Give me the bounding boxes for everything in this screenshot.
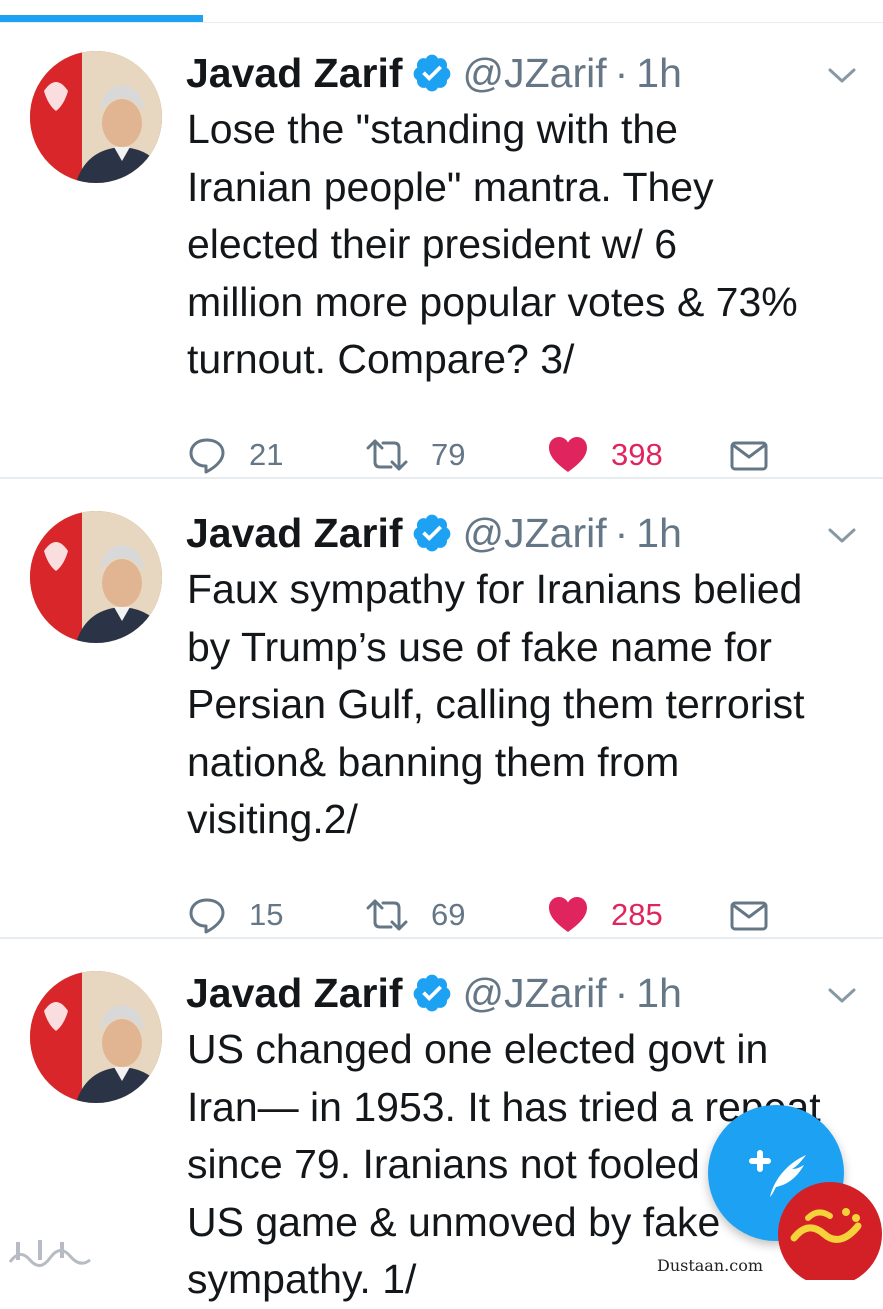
dustaan-logo-watermark	[768, 1178, 883, 1286]
news-site-watermark	[6, 1236, 94, 1272]
tweet-header: Javad Zarif @JZarif · 1h	[186, 967, 682, 1019]
tweet-timestamp[interactable]: 1h	[636, 50, 682, 97]
reply-button[interactable]: 15	[187, 891, 283, 939]
verified-badge-icon	[411, 52, 453, 94]
verified-badge-icon	[411, 512, 453, 554]
reply-bubble-icon	[187, 435, 227, 475]
avatar[interactable]	[30, 511, 162, 643]
meta-separator: ·	[614, 49, 629, 96]
like-count: 285	[611, 897, 663, 932]
watermark-url: Dustaan.com	[650, 1254, 770, 1278]
tweet-text-line: Iranian people" mantra. They	[187, 163, 714, 210]
envelope-icon	[729, 435, 769, 475]
tweet-actions: 15 69 285	[187, 891, 787, 939]
author-handle[interactable]: @JZarif	[463, 970, 607, 1017]
tweet-divider	[0, 477, 883, 479]
tweet-timestamp[interactable]: 1h	[636, 510, 682, 557]
author-name[interactable]: Javad Zarif	[186, 510, 403, 557]
envelope-icon	[729, 895, 769, 935]
tweet-text-line: visiting.2/	[187, 796, 358, 842]
author-name[interactable]: Javad Zarif	[186, 50, 403, 97]
tweet-header: Javad Zarif @JZarif · 1h	[186, 47, 682, 99]
heart-icon	[547, 895, 589, 935]
tweet-actions: 21 79 398	[187, 431, 787, 479]
retweet-button[interactable]: 79	[365, 431, 465, 479]
avatar[interactable]	[30, 51, 162, 183]
tweet[interactable]: Javad Zarif @JZarif · 1h Lose the "stand…	[0, 25, 883, 479]
avatar[interactable]	[30, 971, 162, 1103]
tweet-text-line: million more popular votes & 73%	[187, 278, 798, 325]
like-button[interactable]: 285	[547, 891, 663, 939]
retweet-count: 79	[431, 437, 466, 472]
tweet-timestamp[interactable]: 1h	[636, 970, 682, 1017]
retweet-icon	[365, 435, 409, 475]
tweet-text-line: US changed one elected govt in	[187, 1026, 769, 1072]
tweet-text-line: by Trump’s use of fake name for	[187, 623, 772, 670]
tweet-text: Lose the "standing with the Iranian peop…	[187, 101, 867, 389]
tweet-header: Javad Zarif @JZarif · 1h	[186, 507, 682, 559]
like-button[interactable]: 398	[547, 431, 663, 479]
retweet-icon	[365, 895, 409, 935]
top-divider	[0, 22, 883, 23]
chevron-down-icon[interactable]	[827, 525, 857, 547]
chevron-down-icon[interactable]	[827, 985, 857, 1007]
tweet-text-line: nation& banning them from	[187, 738, 680, 785]
tweet-text-line: Lose the "standing with the	[187, 106, 678, 152]
reply-bubble-icon	[187, 895, 227, 935]
tweet-text-line: Persian Gulf, calling them terrorist	[187, 681, 805, 727]
direct-message-button[interactable]	[729, 891, 769, 939]
author-handle[interactable]: @JZarif	[463, 50, 607, 97]
direct-message-button[interactable]	[729, 431, 769, 479]
tweet-text: Faux sympathy for Iranians belied by Tru…	[187, 561, 867, 849]
reply-count: 15	[249, 897, 284, 932]
meta-separator: ·	[614, 509, 629, 556]
verified-badge-icon	[411, 972, 453, 1014]
retweet-count: 69	[431, 897, 466, 932]
tweet-text-line: Faux sympathy for Iranians belied	[187, 566, 803, 612]
retweet-button[interactable]: 69	[365, 891, 465, 939]
heart-icon	[547, 435, 589, 475]
tweet[interactable]: Javad Zarif @JZarif · 1h Faux sympathy f…	[0, 485, 883, 939]
reply-button[interactable]: 21	[187, 431, 283, 479]
meta-separator: ·	[614, 969, 629, 1016]
author-handle[interactable]: @JZarif	[463, 510, 607, 557]
tweet-text-line: turnout. Compare? 3/	[187, 336, 575, 382]
tweet-divider	[0, 937, 883, 939]
chevron-down-icon[interactable]	[827, 65, 857, 87]
author-name[interactable]: Javad Zarif	[186, 970, 403, 1017]
reply-count: 21	[249, 437, 284, 472]
tweet-text-line: elected their president w/ 6	[187, 221, 677, 267]
like-count: 398	[611, 437, 663, 472]
